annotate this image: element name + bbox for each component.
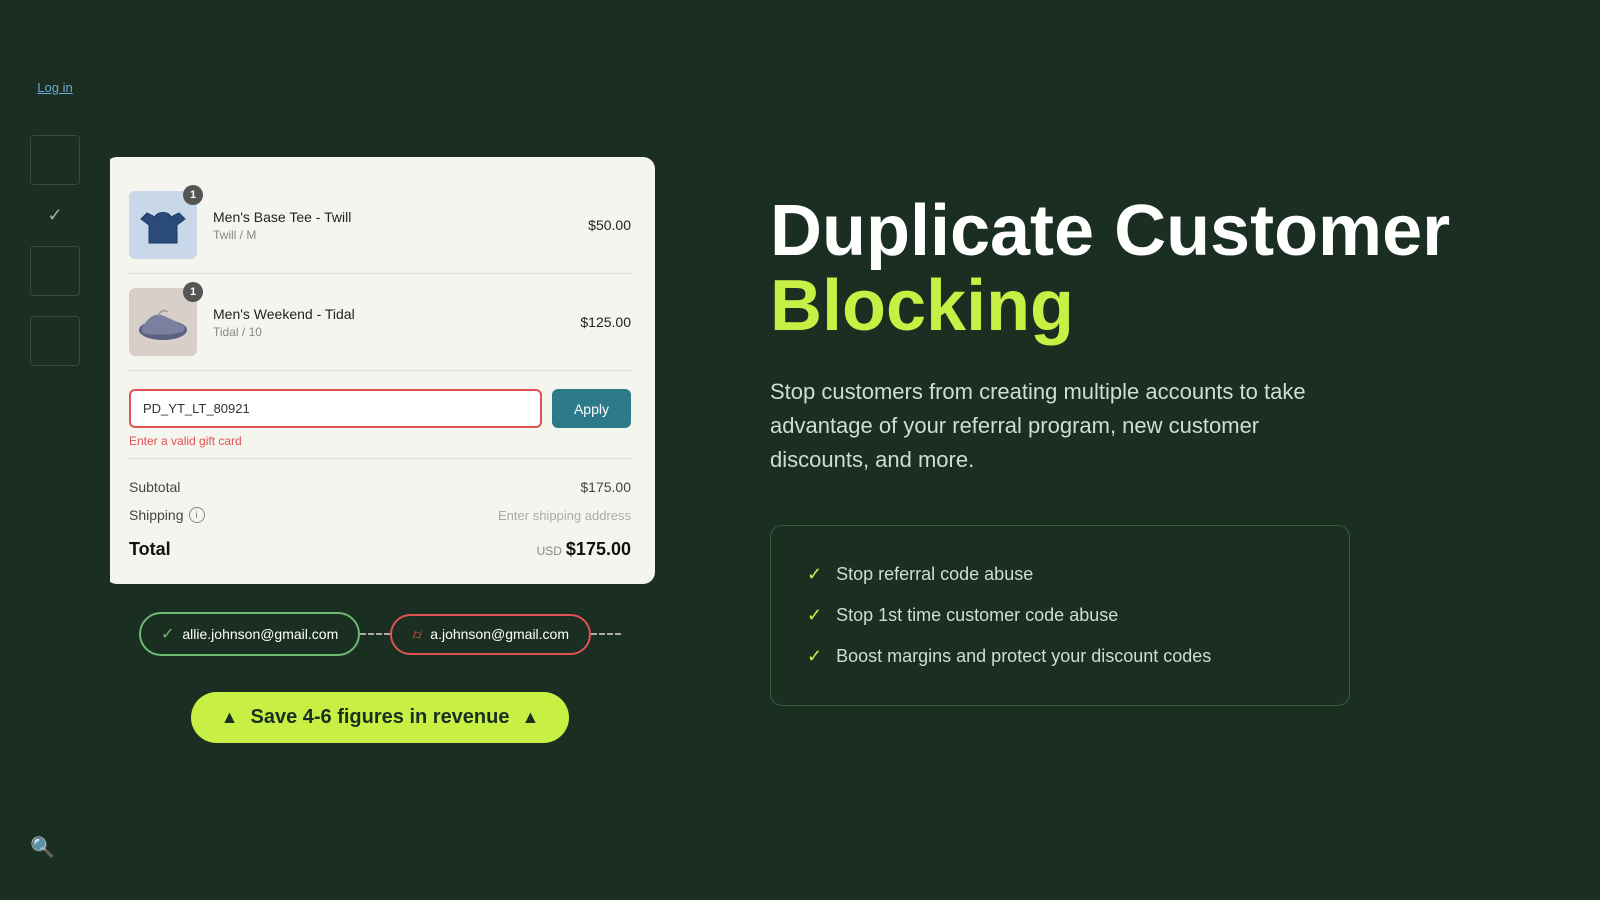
invalid-email-text: a.johnson@gmail.com — [430, 626, 569, 642]
cart-card: 1 Men's Base Tee - Twill Twill / M $50.0… — [105, 157, 655, 584]
hero-title-line2: Blocking — [770, 266, 1074, 346]
apply-button[interactable]: Apply — [552, 389, 631, 428]
pill-connector — [360, 633, 390, 635]
discount-row: Apply — [129, 389, 631, 428]
arrow-up-icon-right: ▲ — [522, 707, 540, 728]
item-name-tshirt: Men's Base Tee - Twill — [213, 209, 588, 225]
total-currency: USD — [537, 544, 562, 558]
sidebar-box-2 — [30, 246, 80, 296]
cart-item-tshirt: 1 Men's Base Tee - Twill Twill / M $50.0… — [129, 177, 631, 274]
right-panel: Duplicate Customer Blocking Stop custome… — [700, 0, 1600, 900]
search-icon[interactable]: 🔍 — [30, 835, 55, 860]
feature-item-2: ✓ Stop 1st time customer code abuse — [807, 595, 1313, 636]
shipping-placeholder: Enter shipping address — [498, 508, 631, 523]
left-panel: Log in ✓ 🔍 1 Men's Base Tee - Twill Twil… — [0, 0, 700, 900]
valid-email-text: allie.johnson@gmail.com — [182, 626, 338, 642]
email-pill-valid: ✓ allie.johnson@gmail.com — [139, 612, 360, 656]
total-label: Total — [129, 539, 171, 560]
item-variant-shoe: Tidal / 10 — [213, 325, 580, 339]
hero-title-line1: Duplicate Customer — [770, 191, 1450, 271]
feature-box: ✓ Stop referral code abuse ✓ Stop 1st ti… — [770, 525, 1350, 706]
save-banner-text: Save 4-6 figures in revenue — [250, 706, 509, 729]
shipping-info-icon: i — [189, 507, 205, 523]
save-banner: ▲ Save 4-6 figures in revenue ▲ — [191, 692, 570, 743]
discount-input[interactable] — [129, 389, 542, 428]
hero-title: Duplicate Customer Blocking — [770, 194, 1530, 345]
total-value: USD$175.00 — [537, 539, 631, 560]
item-details-shoe: Men's Weekend - Tidal Tidal / 10 — [213, 306, 580, 339]
subtotal-value: $175.00 — [580, 479, 631, 495]
hero-description: Stop customers from creating multiple ac… — [770, 375, 1350, 477]
item-image-shoe-wrap: 1 — [129, 288, 197, 356]
item-image-tshirt-wrap: 1 — [129, 191, 197, 259]
feature-text-2: Stop 1st time customer code abuse — [836, 605, 1118, 626]
feature-text-1: Stop referral code abuse — [836, 564, 1033, 585]
cart-item-shoe: 1 Men's Weekend - Tidal Tidal / 10 $125.… — [129, 274, 631, 371]
sidebar-box-3 — [30, 316, 80, 366]
login-link[interactable]: Log in — [37, 80, 72, 95]
item-variant-tshirt: Twill / M — [213, 228, 588, 242]
sidebar: Log in ✓ 🔍 — [0, 0, 110, 900]
shipping-row: Shipping i Enter shipping address — [129, 501, 631, 529]
item-badge-tshirt: 1 — [183, 185, 203, 205]
arrow-up-icon-left: ▲ — [221, 707, 239, 728]
discount-section: Apply Enter a valid gift card — [129, 371, 631, 459]
subtotal-row: Subtotal $175.00 — [129, 473, 631, 501]
block-icon: ⌭ — [412, 626, 422, 643]
feature-item-3: ✓ Boost margins and protect your discoun… — [807, 636, 1313, 677]
summary-section: Subtotal $175.00 Shipping i Enter shippi… — [129, 459, 631, 564]
item-details-tshirt: Men's Base Tee - Twill Twill / M — [213, 209, 588, 242]
check-icon-valid: ✓ — [161, 624, 174, 644]
subtotal-label: Subtotal — [129, 479, 180, 495]
sidebar-chevron-icon: ✓ — [47, 205, 62, 226]
email-pill-invalid: ⌭ a.johnson@gmail.com — [390, 614, 591, 655]
item-name-shoe: Men's Weekend - Tidal — [213, 306, 580, 322]
feature-text-3: Boost margins and protect your discount … — [836, 646, 1211, 667]
feature-check-1: ✓ — [807, 564, 822, 585]
feature-check-3: ✓ — [807, 646, 822, 667]
feature-check-2: ✓ — [807, 605, 822, 626]
item-badge-shoe: 1 — [183, 282, 203, 302]
pill-connector-2 — [591, 633, 621, 635]
feature-item-1: ✓ Stop referral code abuse — [807, 554, 1313, 595]
item-price-shoe: $125.00 — [580, 314, 631, 330]
sidebar-box-1 — [30, 135, 80, 185]
item-price-tshirt: $50.00 — [588, 217, 631, 233]
discount-error: Enter a valid gift card — [129, 434, 631, 448]
total-row: Total USD$175.00 — [129, 529, 631, 564]
shipping-label: Shipping i — [129, 507, 205, 523]
email-pills: ✓ allie.johnson@gmail.com ⌭ a.johnson@gm… — [139, 612, 621, 656]
